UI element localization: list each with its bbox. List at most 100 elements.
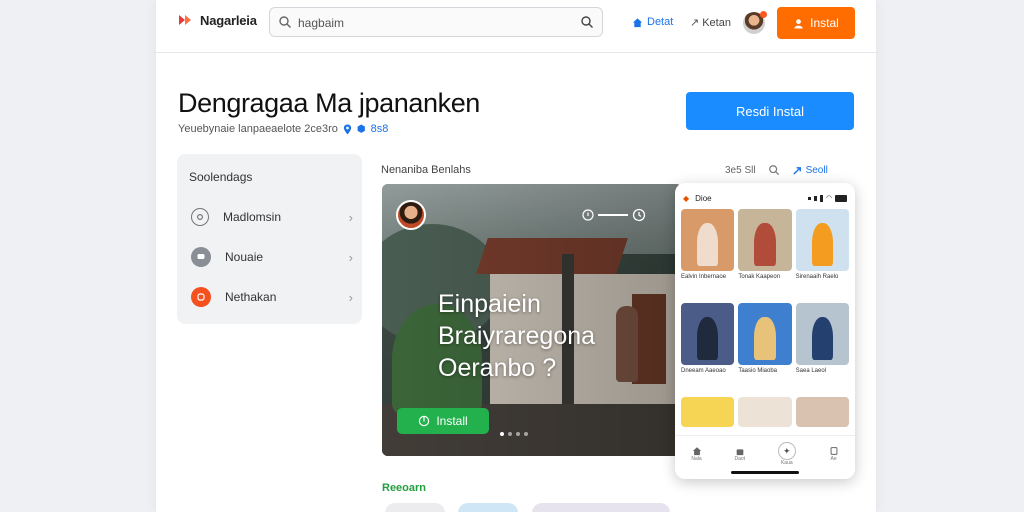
feature-tool-count: 3e5 Sll	[725, 164, 756, 176]
user-icon	[794, 18, 803, 29]
nav-link-primary-label: Detat	[647, 16, 674, 28]
phone-card[interactable]: Saea Laeol	[795, 303, 849, 393]
phone-card-figure	[696, 222, 719, 267]
arrow-icon: ↗	[690, 17, 700, 29]
phone-card-caption: Ealvin Inbernaoe	[681, 274, 727, 280]
brand-logo[interactable]: Nagarleia	[178, 12, 257, 28]
phone-card-thumb[interactable]	[795, 397, 849, 427]
share-link[interactable]: Seoll	[792, 165, 828, 176]
progress-line	[598, 214, 628, 216]
phone-app-label: Dioe	[695, 193, 712, 203]
filter-chip[interactable]	[458, 503, 518, 512]
bottom-section-label: Reeoarn	[382, 482, 427, 494]
chevron-right-icon: ›	[348, 209, 353, 225]
sidebar-item-label: Nethakan	[225, 290, 277, 304]
banner-controls[interactable]	[582, 208, 646, 222]
phone-card[interactable]: Ealvin Inbernaoe	[681, 209, 735, 299]
share-icon	[792, 166, 801, 175]
phone-preview: ◆ Dioe ◠ Ealvin Inbernaoe Tonak Kaapeon	[675, 183, 855, 479]
phone-content-grid: Ealvin Inbernaoe Tonak Kaapeon Sirenaaih…	[681, 209, 849, 427]
sidebar-item-label: Nouaie	[225, 250, 264, 264]
phone-card-figure	[811, 222, 833, 267]
phone-tab-center[interactable]: ✦ Kaua	[777, 442, 796, 466]
filter-chip[interactable]	[532, 503, 670, 512]
phone-card-caption: Sirenaaih Raelo	[795, 274, 839, 280]
phone-card-figure	[811, 316, 833, 361]
carousel-dot[interactable]	[500, 432, 504, 436]
brand-logo-icon	[179, 15, 191, 25]
carousel-dot[interactable]	[516, 432, 520, 436]
phone-card-thumb	[681, 209, 735, 271]
search-input[interactable]	[296, 13, 570, 33]
phone-card-thumb[interactable]	[681, 397, 735, 427]
install-button-header[interactable]: Instal	[777, 7, 855, 39]
filter-chip[interactable]	[385, 503, 445, 512]
phone-tab-label: Nala	[691, 456, 702, 462]
phone-card-caption: Tonak Kaapeon	[738, 274, 781, 280]
carousel-dots[interactable]	[500, 432, 528, 436]
phone-card-thumb	[681, 303, 735, 365]
install-button-banner[interactable]: Install	[397, 408, 489, 434]
phone-card[interactable]: Tonak Kaapeon	[738, 209, 792, 299]
phone-card-caption: Dneeam Aaeoao	[681, 368, 726, 374]
sidebar-item-label: Madlomsin	[223, 210, 282, 224]
phone-home-indicator	[731, 471, 799, 474]
power-icon	[419, 415, 430, 427]
feature-banner[interactable]: Einpaiein Braiyraregona Oeranbo ? Instal…	[382, 184, 682, 456]
sidebar-item-first[interactable]: Madlomsin ›	[191, 204, 353, 230]
banner-headline-line: Braiyraregona	[438, 322, 596, 350]
shield-icon: ⬢	[356, 123, 366, 135]
install-cta-button[interactable]: Resdi Instal	[686, 92, 854, 130]
top-bar: Nagarleia Detat ↗ Ketan	[156, 0, 876, 53]
timer-icon[interactable]	[632, 208, 646, 222]
profile-icon	[830, 447, 838, 455]
phone-card[interactable]: Dneeam Aaeoao	[681, 303, 735, 393]
record-icon	[191, 287, 211, 307]
phone-tab-home[interactable]: Nala	[691, 446, 702, 462]
wifi-icon: ◠	[825, 195, 832, 202]
sidebar-item-second[interactable]: Nouaie ›	[191, 244, 353, 270]
search-icon[interactable]	[768, 164, 780, 176]
nav-link-primary[interactable]: Detat	[632, 16, 673, 28]
phone-card-caption: Saea Laeol	[795, 368, 827, 374]
signal-icon: ◠	[807, 194, 847, 202]
chevron-right-icon: ›	[348, 249, 353, 265]
compass-icon: ✦	[777, 442, 796, 460]
search-box[interactable]	[269, 7, 603, 37]
page-subtitle: Yeuebynaie lanpaeaelote 2ce3ro ⬢ 8s8	[178, 123, 388, 135]
app-icon: ◆	[683, 193, 690, 203]
sidebar-item-third[interactable]: Nethakan ›	[191, 284, 353, 310]
user-avatar[interactable]	[743, 11, 767, 34]
home-icon	[632, 17, 643, 27]
sidebar-card: Soolendags Madlomsin › Nouaie › Nethakan…	[177, 154, 362, 324]
phone-card-thumb	[795, 303, 849, 365]
install-button-header-label: Instal	[810, 16, 839, 30]
feature-tools: 3e5 Sll Seoll	[725, 164, 828, 176]
phone-tab-label: Ae	[830, 456, 837, 462]
nav-link-secondary[interactable]: ↗ Ketan	[690, 16, 731, 30]
phone-tab-bar: Nala Daot ✦ Kaua Ae	[675, 435, 855, 472]
phone-card-thumb	[795, 209, 849, 271]
location-pin-icon	[343, 124, 351, 134]
phone-card[interactable]: Taasio Miaoba	[738, 303, 792, 393]
bag-icon	[736, 449, 744, 456]
brand-name: Nagarleia	[200, 12, 257, 28]
circle-icon	[191, 208, 209, 226]
nav-link-secondary-label: Ketan	[702, 16, 731, 29]
search-submit-icon[interactable]	[580, 15, 594, 29]
chat-icon	[191, 247, 211, 267]
phone-tab-profile[interactable]: Ae	[829, 446, 839, 462]
phone-card-figure	[754, 222, 776, 267]
play-icon[interactable]	[582, 209, 594, 221]
page-subtitle-text: Yeuebynaie lanpaeaelote 2ce3ro	[178, 123, 338, 135]
phone-tab-bag[interactable]: Daot	[734, 446, 745, 462]
banner-headline-line: Oeranbo ?	[438, 354, 557, 382]
carousel-dot[interactable]	[524, 432, 528, 436]
phone-card-thumb	[738, 303, 792, 365]
carousel-dot[interactable]	[508, 432, 512, 436]
chevron-right-icon: ›	[348, 289, 353, 305]
phone-card[interactable]: Sirenaaih Raelo	[795, 209, 849, 299]
phone-card-thumb[interactable]	[738, 397, 792, 427]
share-link-label: Seoll	[805, 164, 828, 176]
banner-headline: Einpaiein Braiyraregona Oeranbo ?	[438, 288, 595, 384]
